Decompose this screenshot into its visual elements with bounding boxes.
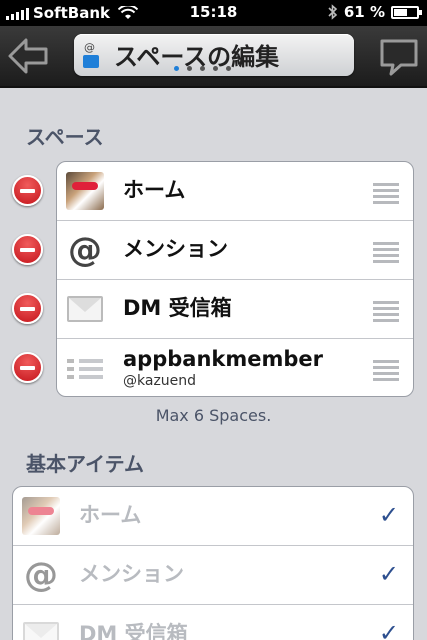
page-dot <box>213 66 218 71</box>
list-icon <box>67 355 103 383</box>
spaces-list: ホーム @ メンション DM 受信箱 appbankmember @kazuen… <box>56 161 414 397</box>
envelope-icon <box>23 621 59 640</box>
space-row-home[interactable]: ホーム <box>57 162 413 221</box>
spaces-section-header: スペース <box>26 125 104 149</box>
delete-button[interactable] <box>12 293 43 324</box>
space-icon: @ <box>83 41 99 68</box>
status-bar: SoftBank 15:18 61 % <box>0 0 427 26</box>
basic-item-dm-inbox[interactable]: DM 受信箱 ✓ <box>13 605 413 640</box>
reorder-handle-icon[interactable] <box>373 301 399 325</box>
basic-item-label: DM 受信箱 <box>79 621 188 640</box>
basic-item-home[interactable]: ホーム ✓ <box>13 487 413 546</box>
space-label: ホーム <box>123 178 186 203</box>
checkmark-icon: ✓ <box>378 501 399 529</box>
basic-item-mentions[interactable]: @ メンション ✓ <box>13 546 413 605</box>
max-spaces-note: Max 6 Spaces. <box>155 406 272 425</box>
list-owner: @kazuend <box>123 372 197 389</box>
battery-icon <box>391 5 422 19</box>
space-row-list[interactable]: appbankmember @kazuend <box>57 339 413 396</box>
compose-button[interactable] <box>377 34 421 78</box>
dog-avatar-icon <box>66 172 104 210</box>
checkmark-icon: ✓ <box>378 560 399 588</box>
page-dot <box>187 66 192 71</box>
space-row-dm-inbox[interactable]: DM 受信箱 <box>57 280 413 339</box>
basic-items-section-header: 基本アイテム <box>26 452 144 476</box>
basic-item-label: メンション <box>79 562 184 587</box>
battery-percent: 61 % <box>343 3 385 21</box>
basic-items-list: ホーム ✓ @ メンション ✓ DM 受信箱 ✓ <box>12 486 414 640</box>
delete-button[interactable] <box>12 352 43 383</box>
page-dot <box>200 66 205 71</box>
reorder-handle-icon[interactable] <box>373 183 399 207</box>
back-arrow-icon <box>8 38 48 74</box>
title-panel: @ スペースの編集 <box>74 34 354 76</box>
space-label: DM 受信箱 <box>123 296 232 321</box>
page-dot <box>174 66 179 71</box>
delete-button[interactable] <box>12 175 43 206</box>
page-dot <box>226 66 231 71</box>
svg-text:@: @ <box>84 41 95 54</box>
basic-item-label: ホーム <box>79 503 142 528</box>
reorder-handle-icon[interactable] <box>373 242 399 266</box>
checkmark-icon: ✓ <box>378 619 399 640</box>
page-indicator[interactable] <box>174 66 231 71</box>
list-name: appbankmember <box>123 346 323 371</box>
bluetooth-icon <box>328 4 338 20</box>
at-icon: @ <box>24 555 58 595</box>
envelope-icon <box>67 296 103 322</box>
at-icon: @ <box>68 230 102 270</box>
space-row-mentions[interactable]: @ メンション <box>57 221 413 280</box>
navigation-bar: @ スペースの編集 <box>0 26 427 88</box>
reorder-handle-icon[interactable] <box>373 360 399 384</box>
speech-bubble-icon <box>380 39 418 76</box>
dog-avatar-icon <box>22 497 60 535</box>
space-label: メンション <box>123 237 228 262</box>
space-label: appbankmember @kazuend <box>123 346 323 389</box>
delete-button[interactable] <box>12 234 43 265</box>
back-button[interactable] <box>6 34 50 78</box>
